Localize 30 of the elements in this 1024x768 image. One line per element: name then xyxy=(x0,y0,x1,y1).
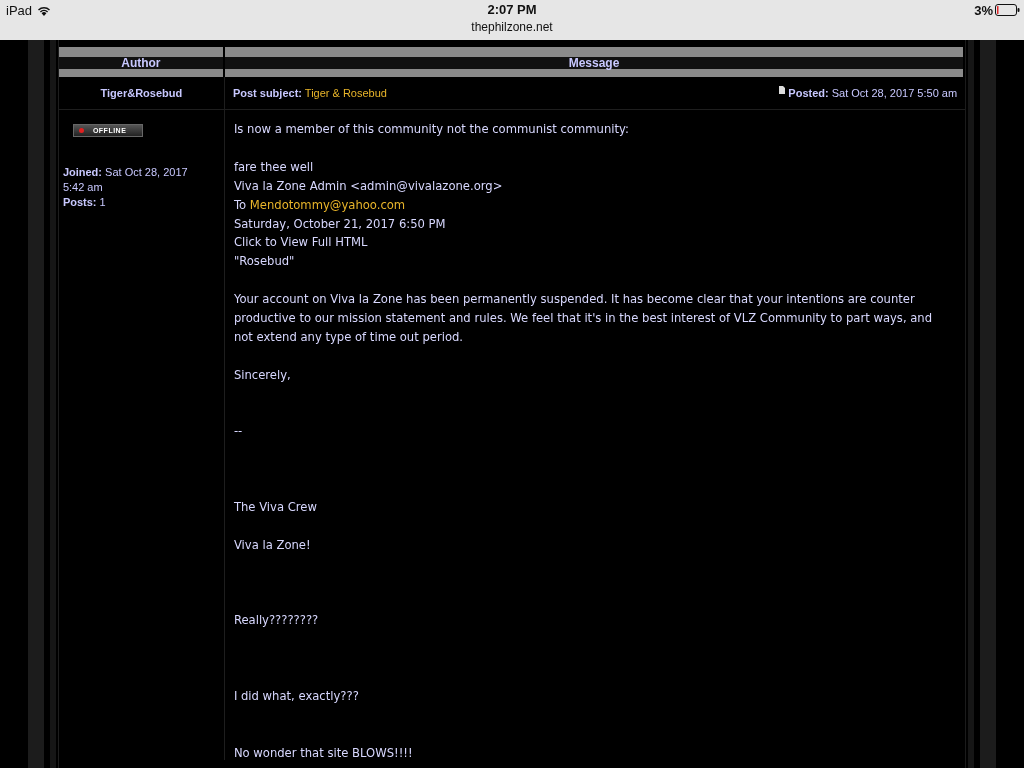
email-link[interactable]: Mendotommy@yahoo.com xyxy=(249,197,406,212)
message-text: fare thee well xyxy=(233,158,315,176)
message-text: Saturday, October 21, 2017 6:50 PM xyxy=(233,215,447,233)
message-text: Click to View Full HTML xyxy=(233,234,369,252)
message-text: Sincerely, xyxy=(233,366,292,384)
post-date: Posted: Sat Oct 28, 2017 5:50 am xyxy=(788,87,958,99)
post-subject: Post subject: Tiger & Rosebud xyxy=(232,87,387,99)
message-text: To xyxy=(233,197,247,212)
message-text: No wonder that site BLOWS!!!! xyxy=(233,744,414,762)
page-url[interactable]: thephilzone.net xyxy=(471,18,553,36)
message-text: Really???????? xyxy=(233,612,320,630)
message-text: Is now a member of this community not the communist community: xyxy=(233,121,630,138)
profile-info: Joined: Sat Oct 28, 2017 5:42 am xyxy=(62,165,189,195)
message-text: I did what, exactly??? xyxy=(233,687,360,705)
author-name[interactable]: Tiger&Rosebud xyxy=(100,87,183,99)
profile-info: Posts: 1 xyxy=(62,195,107,210)
wifi-icon xyxy=(37,4,52,16)
post-icon[interactable] xyxy=(779,86,786,94)
device-name: iPad xyxy=(6,2,33,18)
message-text: Viva la Zone Admin <admin@vivalazone.org> xyxy=(233,177,504,195)
battery-percent: 3% xyxy=(974,2,993,18)
message-text: "Rosebud" xyxy=(233,253,296,271)
clock-time: 2:07 PM xyxy=(487,2,537,18)
column-header: Author xyxy=(58,47,225,77)
message-text: Viva la Zone! xyxy=(233,536,312,554)
message-text: Your account on Viva la Zone has been permanently suspended. It has become clear that your intentions are counter productive to our mission statement and rules. We feel that it's in the best interest of VLZ Community to part ways, and not extend any type of time out period. xyxy=(233,291,934,346)
message-text: -- xyxy=(233,423,244,441)
column-header: Message xyxy=(224,47,966,77)
message-text: The Viva Crew xyxy=(233,499,318,516)
battery-icon xyxy=(995,4,1020,16)
